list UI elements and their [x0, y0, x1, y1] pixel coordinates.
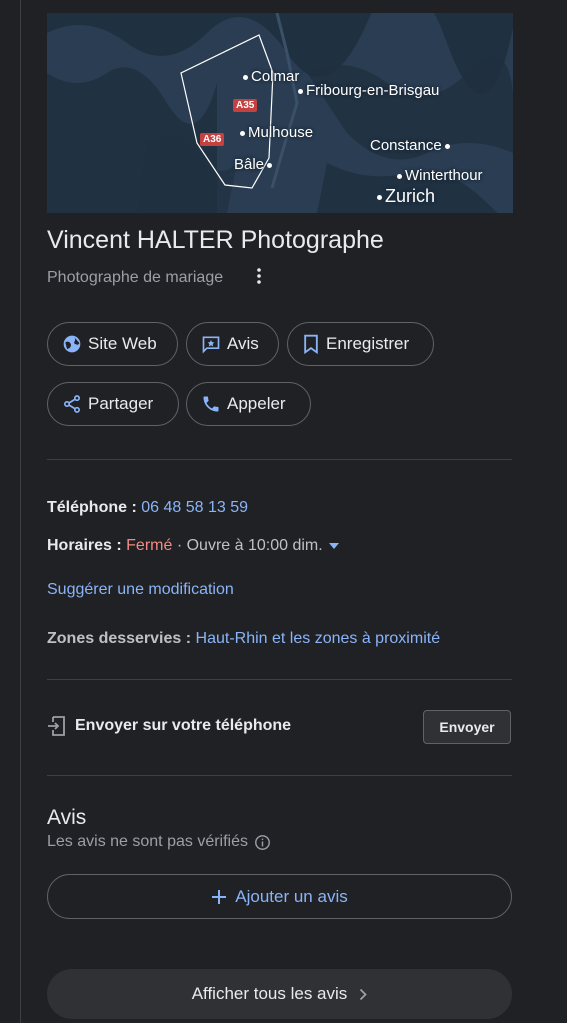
reviews-disclaimer-text: Les avis ne sont pas vérifiés	[47, 833, 248, 850]
road-a36-badge: A36	[200, 133, 225, 146]
divider	[47, 679, 512, 680]
reviews-button[interactable]: Avis	[186, 322, 279, 366]
chevron-down-icon[interactable]	[329, 542, 340, 549]
phone-label: Téléphone :	[47, 499, 137, 516]
globe-icon	[63, 335, 81, 353]
city-mulhouse: Mulhouse	[240, 124, 313, 141]
share-button-label: Partager	[88, 394, 154, 413]
send-to-phone-label: Envoyer sur votre téléphone	[75, 717, 292, 734]
hours-row[interactable]: Horaires : Fermé · Ouvre à 10:00 dim.	[47, 537, 340, 555]
divider	[47, 775, 512, 776]
share-icon	[64, 395, 80, 413]
send-to-phone-row: Envoyer sur votre téléphone Envoyer	[47, 710, 512, 744]
road-a35-badge: A35	[233, 99, 258, 112]
save-button[interactable]: Enregistrer	[287, 322, 434, 366]
service-area-label: Zones desservies :	[47, 630, 192, 647]
call-button-label: Appeler	[227, 394, 286, 413]
city-fribourg: Fribourg-en-Brisgau	[298, 82, 439, 99]
send-button[interactable]: Envoyer	[423, 710, 511, 744]
save-button-label: Enregistrer	[326, 334, 410, 353]
phone-icon	[203, 396, 219, 412]
city-colmar: Colmar	[243, 68, 299, 85]
show-all-reviews-label: Afficher tous les avis	[191, 984, 348, 1003]
left-divider	[20, 0, 21, 1023]
business-category: Photographe de mariage	[47, 269, 224, 286]
city-zurich: Zurich	[377, 186, 435, 207]
more-vert-icon[interactable]	[253, 268, 265, 288]
city-constance: Constance	[370, 137, 453, 154]
add-review-button[interactable]: Ajouter un avis	[47, 874, 512, 919]
business-name: Vincent HALTER Photographe	[47, 226, 384, 254]
website-button-label: Site Web	[88, 334, 157, 353]
review-star-icon	[202, 336, 220, 354]
city-bale: Bâle	[234, 156, 275, 173]
suggest-edit-link[interactable]: Suggérer une modification	[47, 581, 234, 599]
reviews-heading: Avis	[47, 806, 87, 829]
divider	[47, 459, 512, 460]
service-area-link[interactable]: Haut-Rhin et les zones à proximité	[196, 630, 441, 647]
hours-status: Fermé	[126, 537, 173, 554]
chevron-right-icon	[360, 988, 368, 1000]
phone-number-link[interactable]: 06 48 58 13 59	[141, 499, 248, 516]
reviews-button-label: Avis	[227, 334, 259, 353]
bookmark-icon	[304, 334, 318, 354]
hours-next-open: · Ouvre à 10:00 dim.	[172, 537, 323, 554]
map-preview[interactable]: A35 A36 Colmar Fribourg-en-Brisgau Mulho…	[47, 13, 513, 213]
share-button[interactable]: Partager	[47, 382, 179, 426]
phone-row: Téléphone : 06 48 58 13 59	[47, 499, 248, 517]
service-area-row: Zones desservies : Haut-Rhin et les zone…	[47, 630, 440, 648]
send-to-phone-icon	[48, 716, 65, 736]
website-button[interactable]: Site Web	[47, 322, 178, 366]
reviews-disclaimer: Les avis ne sont pas vérifiés	[47, 833, 271, 851]
hours-label: Horaires :	[47, 537, 122, 554]
plus-icon	[212, 889, 227, 904]
show-all-reviews-button[interactable]: Afficher tous les avis	[47, 969, 512, 1019]
add-review-label: Ajouter un avis	[235, 886, 348, 906]
call-button[interactable]: Appeler	[186, 382, 311, 426]
city-winterthour: Winterthour	[397, 167, 483, 184]
info-icon[interactable]	[254, 834, 271, 851]
